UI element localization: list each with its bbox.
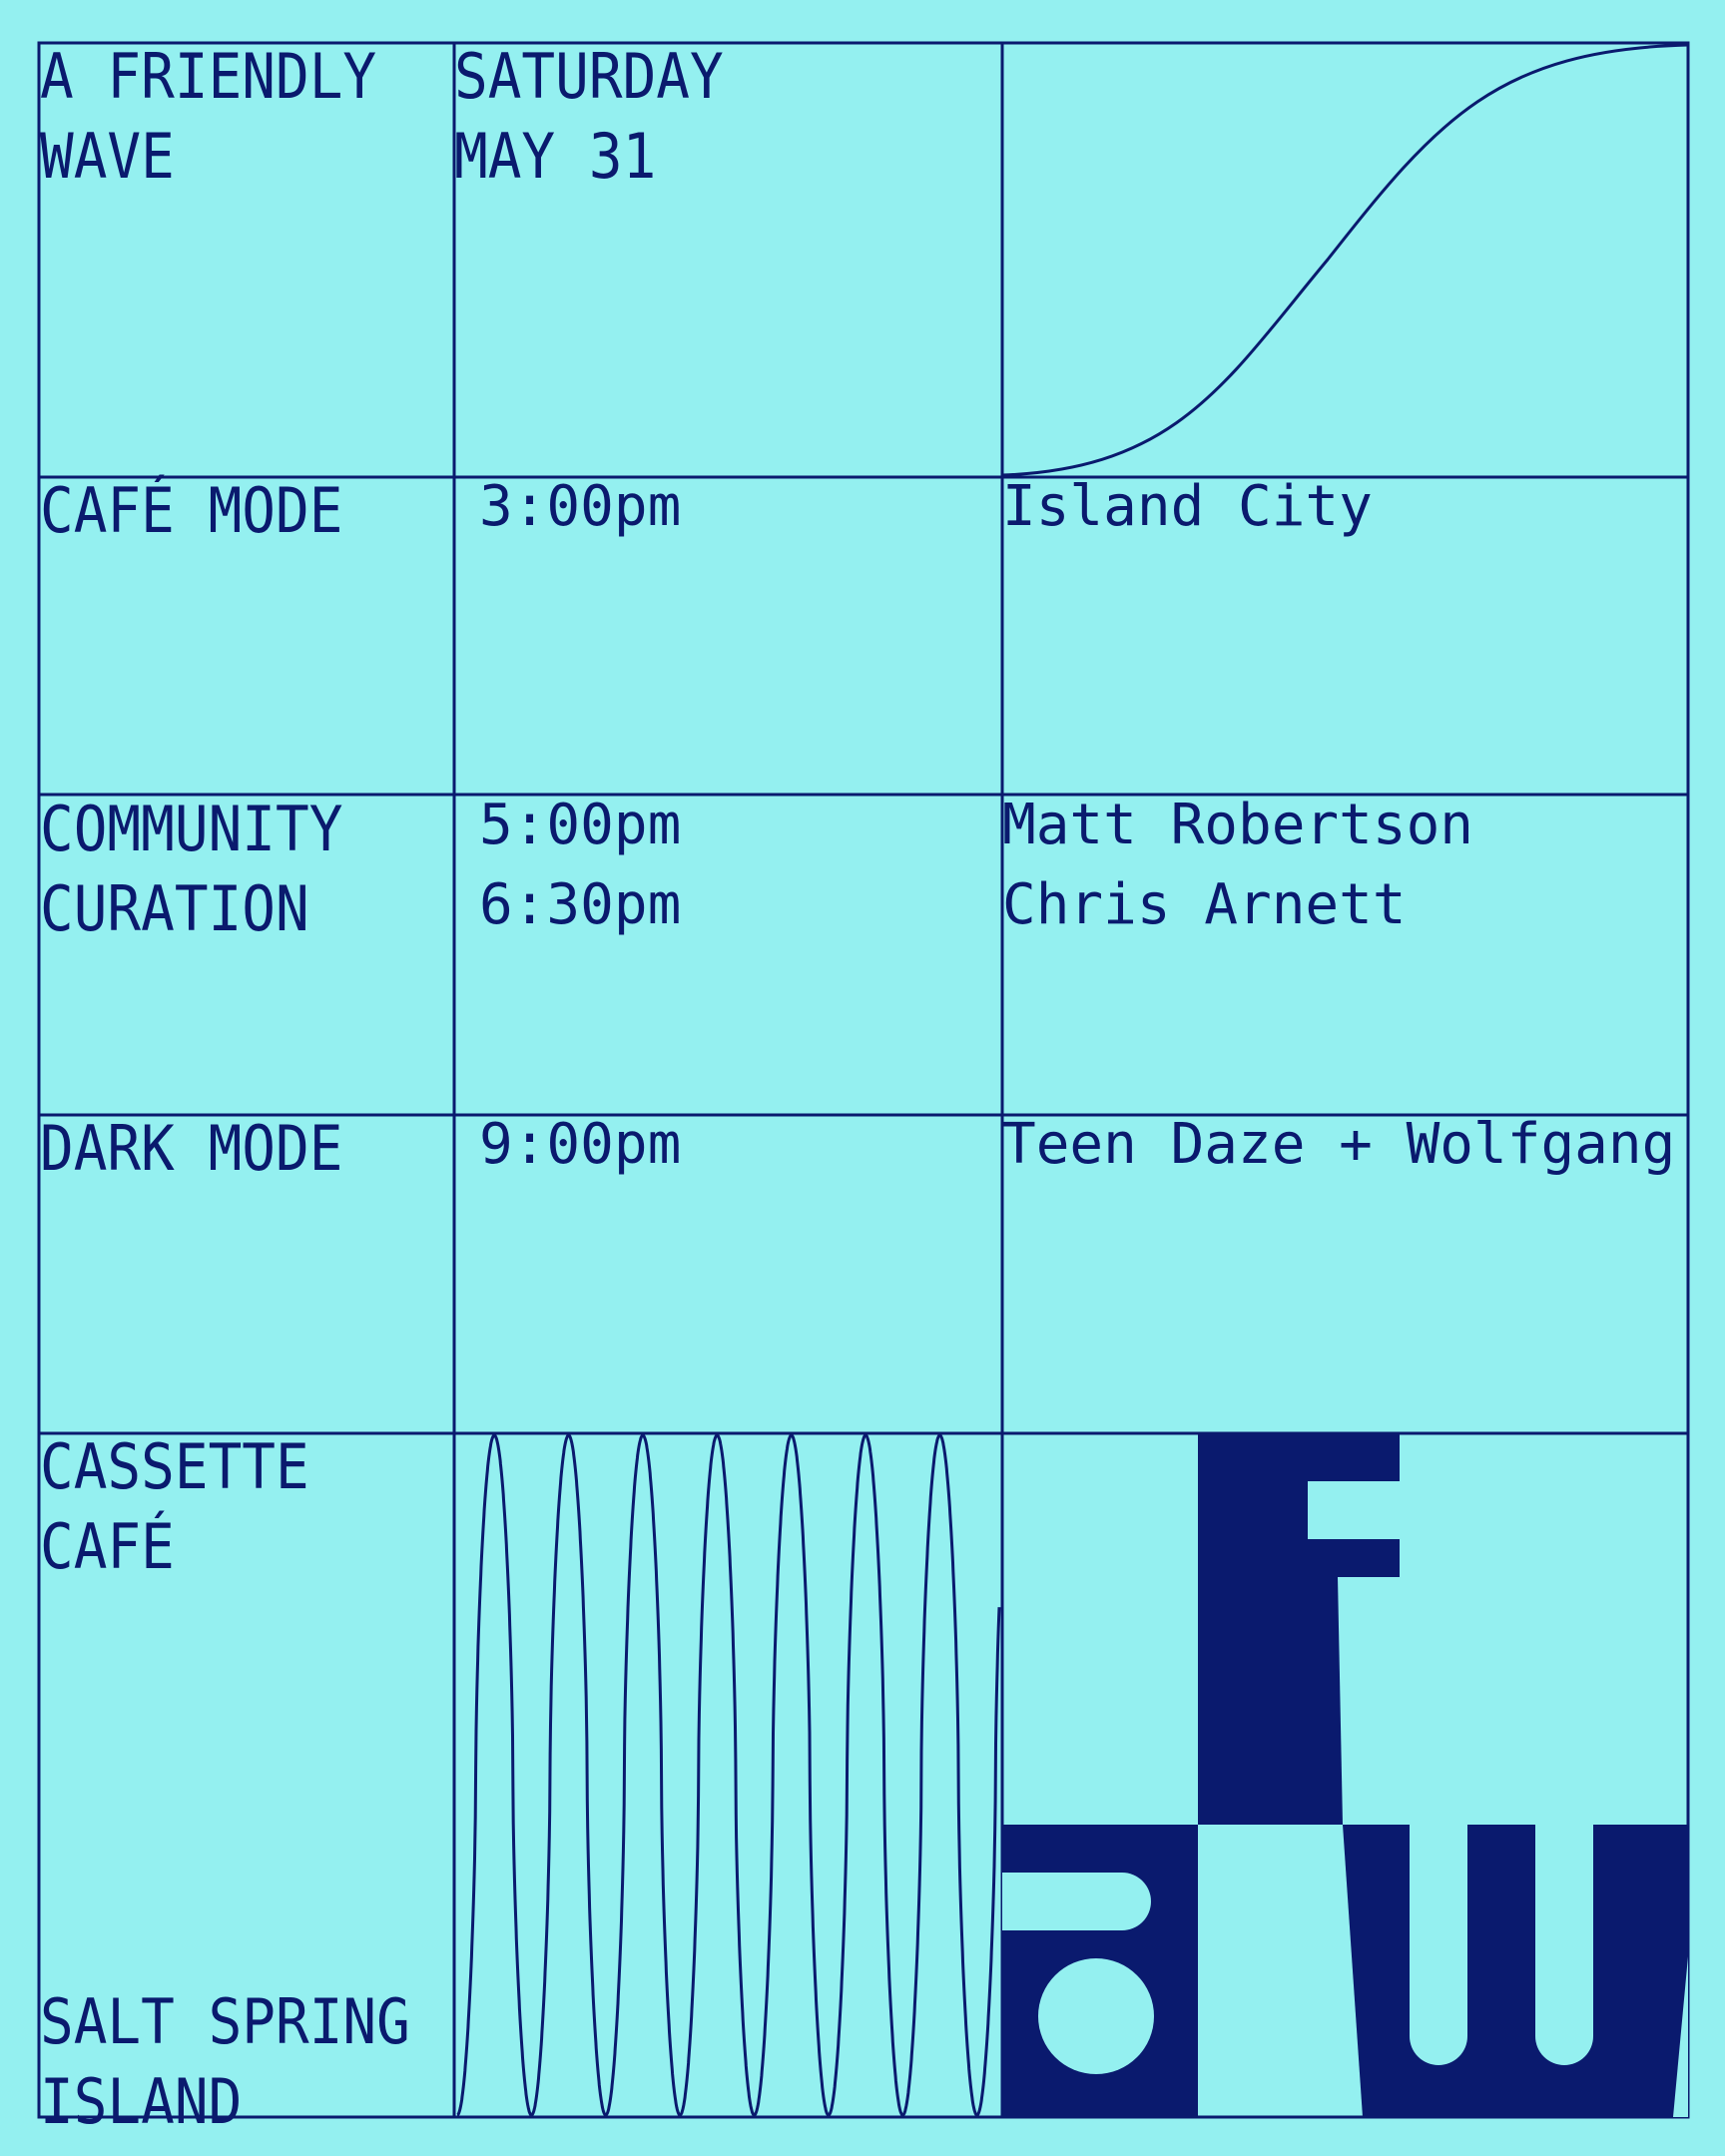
act-teen-daze-wolfgang: Teen Daze + Wolfgang <box>1002 1112 1676 1177</box>
time-community-2: 6:30pm <box>479 872 682 937</box>
event-title-line1: A FRIENDLY <box>40 40 377 114</box>
location-line1: SALT SPRING <box>40 1985 410 2059</box>
afw-logo-icon <box>1002 1433 1688 2117</box>
act-matt-robertson: Matt Robertson <box>1002 793 1474 857</box>
sine-oscillation-icon <box>456 1433 1001 2117</box>
venue-line1: CASSETTE <box>40 1430 309 1504</box>
section-community-line2: CURATION <box>40 872 309 946</box>
poster-grid <box>37 41 1690 2119</box>
grid-frame <box>37 41 1690 2119</box>
act-island-city: Island City <box>1002 474 1373 539</box>
act-chris-arnett: Chris Arnett <box>1002 872 1407 937</box>
time-community-1: 5:00pm <box>479 793 682 857</box>
time-cafe-mode: 3:00pm <box>479 474 682 539</box>
event-poster: A FRIENDLY WAVE SATURDAY MAY 31 CAFÉ MOD… <box>0 0 1725 2156</box>
location-line2: ISLAND <box>40 2065 243 2139</box>
time-dark-mode: 9:00pm <box>479 1112 682 1177</box>
section-dark-mode: DARK MODE <box>40 1112 343 1186</box>
section-cafe-mode: CAFÉ MODE <box>40 474 343 548</box>
section-community-line1: COMMUNITY <box>40 793 343 866</box>
event-date: MAY 31 <box>454 120 657 194</box>
event-title-line2: WAVE <box>40 120 175 194</box>
event-day: SATURDAY <box>454 40 724 114</box>
wave-s-curve-icon <box>1001 43 1689 477</box>
venue-line2: CAFÉ <box>40 1510 175 1584</box>
